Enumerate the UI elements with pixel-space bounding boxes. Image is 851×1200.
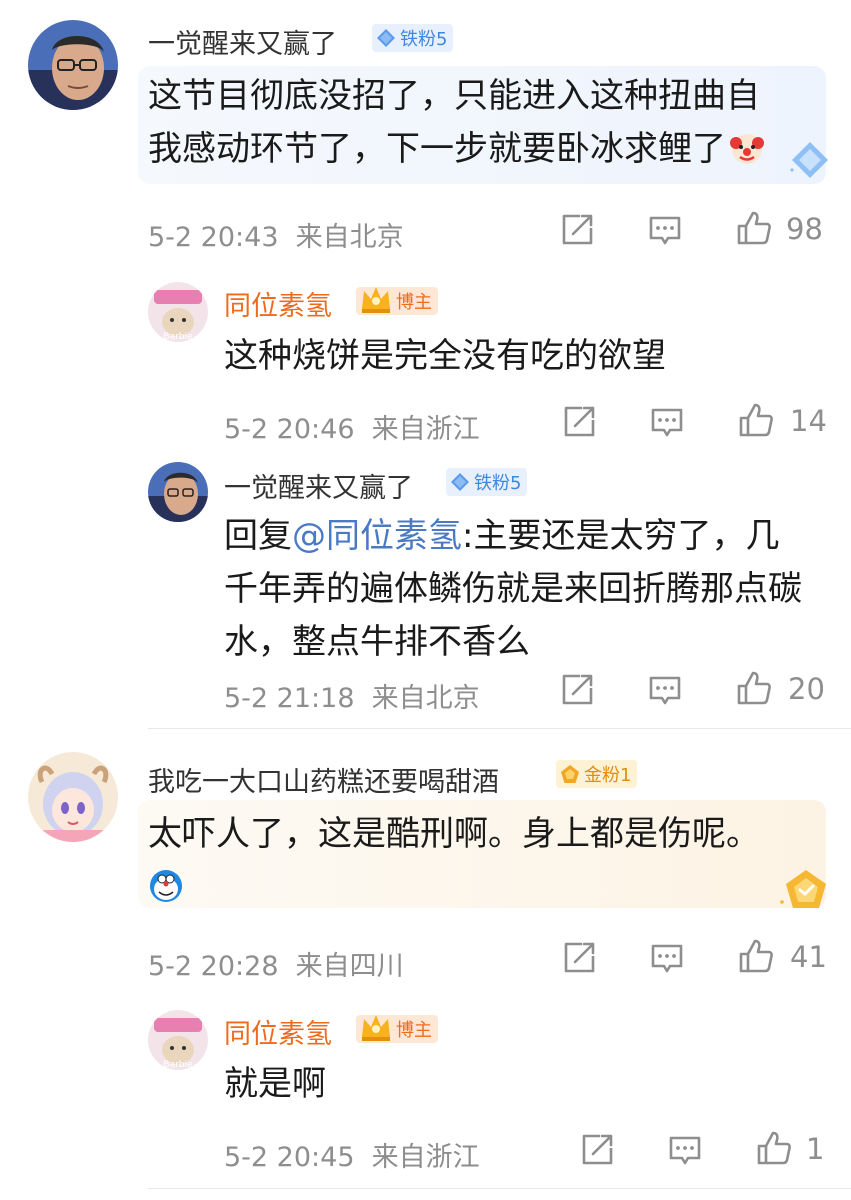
crown-icon <box>362 1015 390 1041</box>
share-icon[interactable] <box>560 213 594 247</box>
comment-icon[interactable] <box>648 214 682 248</box>
comment-meta: 5-2 20:28 来自四川 <box>148 951 404 982</box>
pentagon-icon <box>560 764 580 784</box>
like-count: 41 <box>790 940 827 974</box>
user-avatar-photo <box>148 462 208 522</box>
avatar[interactable] <box>28 752 118 842</box>
avatar[interactable]: Barbie <box>148 1010 208 1070</box>
gold-fan-badge[interactable]: 金粉1 <box>556 760 638 788</box>
like-count: 1 <box>806 1132 825 1166</box>
comment-text: 太吓人了，这是酷刑啊。身上都是伤呢。 <box>148 808 798 914</box>
fan-badge-label: 铁粉5 <box>474 473 522 494</box>
reply-meta: 5-2 20:46 来自浙江 <box>224 414 480 445</box>
share-icon[interactable] <box>580 1133 614 1167</box>
avatar[interactable]: Barbie <box>148 282 208 342</box>
diamond-icon <box>376 28 396 48</box>
like-count: 20 <box>788 672 825 706</box>
comment-icon[interactable] <box>650 406 684 440</box>
like-count: 98 <box>786 212 823 246</box>
divider <box>148 728 851 729</box>
fan-badge[interactable]: 铁粉5 <box>372 24 454 52</box>
host-badge[interactable]: 博主 <box>356 1015 438 1043</box>
share-icon[interactable] <box>560 673 594 707</box>
reply-meta: 5-2 20:45 来自浙江 <box>224 1142 480 1173</box>
host-badge[interactable]: 博主 <box>356 287 438 315</box>
like-icon[interactable] <box>738 938 774 974</box>
comment-meta: 5-2 20:43 来自北京 <box>148 222 404 253</box>
share-icon[interactable] <box>562 941 596 975</box>
reply-text: 回复@同位素氢:主要还是太穷了，几千年弄的遍体鳞伤就是来回折腾那点碳水，整点牛排… <box>224 516 802 662</box>
username[interactable]: 同位素氢 <box>224 284 332 323</box>
host-avatar-photo: Barbie <box>148 1010 208 1070</box>
comment-icon[interactable] <box>650 942 684 976</box>
reply-text: 这种烧饼是完全没有吃的欲望 <box>224 336 666 376</box>
avatar[interactable] <box>28 20 118 110</box>
fan-badge-label: 铁粉5 <box>400 29 448 50</box>
host-avatar-photo: Barbie <box>148 282 208 342</box>
comment-icon[interactable] <box>648 674 682 708</box>
like-icon[interactable] <box>736 670 772 706</box>
username[interactable]: 一觉醒来又赢了 <box>148 22 337 61</box>
host-badge-label: 博主 <box>396 1020 432 1041</box>
like-icon[interactable] <box>736 210 772 246</box>
svg-text:Barbie: Barbie <box>163 332 193 342</box>
username[interactable]: 一觉醒来又赢了 <box>224 466 413 505</box>
crown-icon <box>362 287 390 313</box>
mention-link[interactable]: @同位素氢 <box>292 516 462 556</box>
avatar[interactable] <box>148 462 208 522</box>
diamond-icon <box>450 472 470 492</box>
username[interactable]: 我吃一大口山药糕还要喝甜酒 <box>148 760 499 799</box>
gold-badge-label: 金粉1 <box>584 765 632 786</box>
comment-icon[interactable] <box>668 1134 702 1168</box>
svg-text:Barbie: Barbie <box>163 1060 193 1070</box>
divider <box>148 1188 851 1189</box>
reply-text: 就是啊 <box>224 1064 326 1104</box>
share-icon[interactable] <box>562 405 596 439</box>
diamond-sparkle-icon <box>790 142 828 178</box>
host-badge-label: 博主 <box>396 292 432 313</box>
comment-text: 这节目彻底没招了，只能进入这种扭曲自我感动环节了，下一步就要卧冰求鲤了 <box>148 70 788 176</box>
clown-emoji <box>728 129 766 167</box>
like-icon[interactable] <box>738 402 774 438</box>
like-count: 14 <box>790 404 827 438</box>
gold-star-sparkle-icon <box>780 870 826 908</box>
username[interactable]: 同位素氢 <box>224 1012 332 1051</box>
fan-badge[interactable]: 铁粉5 <box>446 468 528 496</box>
like-icon[interactable] <box>756 1130 792 1166</box>
user-avatar-anime <box>28 752 118 842</box>
doraemon-emoji <box>148 867 184 903</box>
reply-meta: 5-2 21:18 来自北京 <box>224 683 480 714</box>
user-avatar-photo <box>28 20 118 110</box>
